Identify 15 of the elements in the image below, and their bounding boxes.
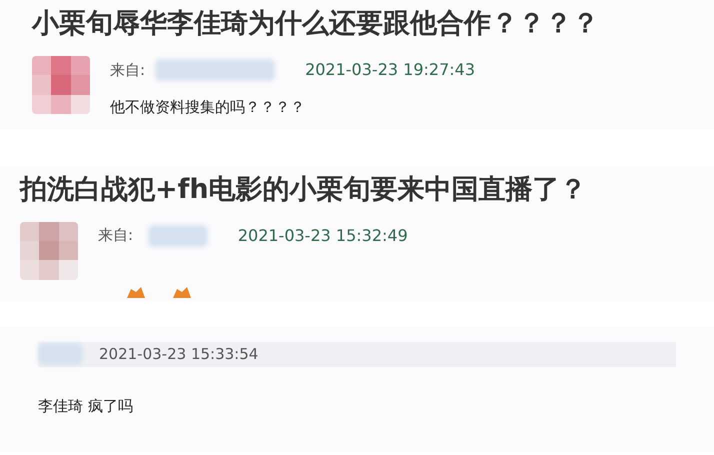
from-label: 来自:	[98, 225, 134, 246]
post-time: 2021-03-23 19:27:43	[305, 59, 475, 81]
emoji-icon	[171, 286, 193, 298]
post-title: 拍洗白战犯+fh电影的小栗旬要来中国直播了？	[20, 172, 588, 206]
blurred-username	[148, 224, 208, 246]
blurred-avatar	[20, 222, 78, 280]
post-time: 2021-03-23 15:32:49	[238, 224, 408, 246]
blurred-avatar	[32, 56, 90, 114]
reply-text: 李佳琦 疯了吗	[38, 396, 134, 416]
post-time: 2021-03-23 15:33:54	[99, 344, 258, 365]
post-title: 小栗旬辱华李佳琦为什么还要跟他合作？？？？	[30, 7, 600, 41]
from-label: 来自:	[110, 60, 146, 81]
blurred-username	[38, 343, 83, 365]
post-text: 他不做资料搜集的吗？？？？	[110, 97, 306, 118]
emoji-icon	[125, 286, 147, 298]
